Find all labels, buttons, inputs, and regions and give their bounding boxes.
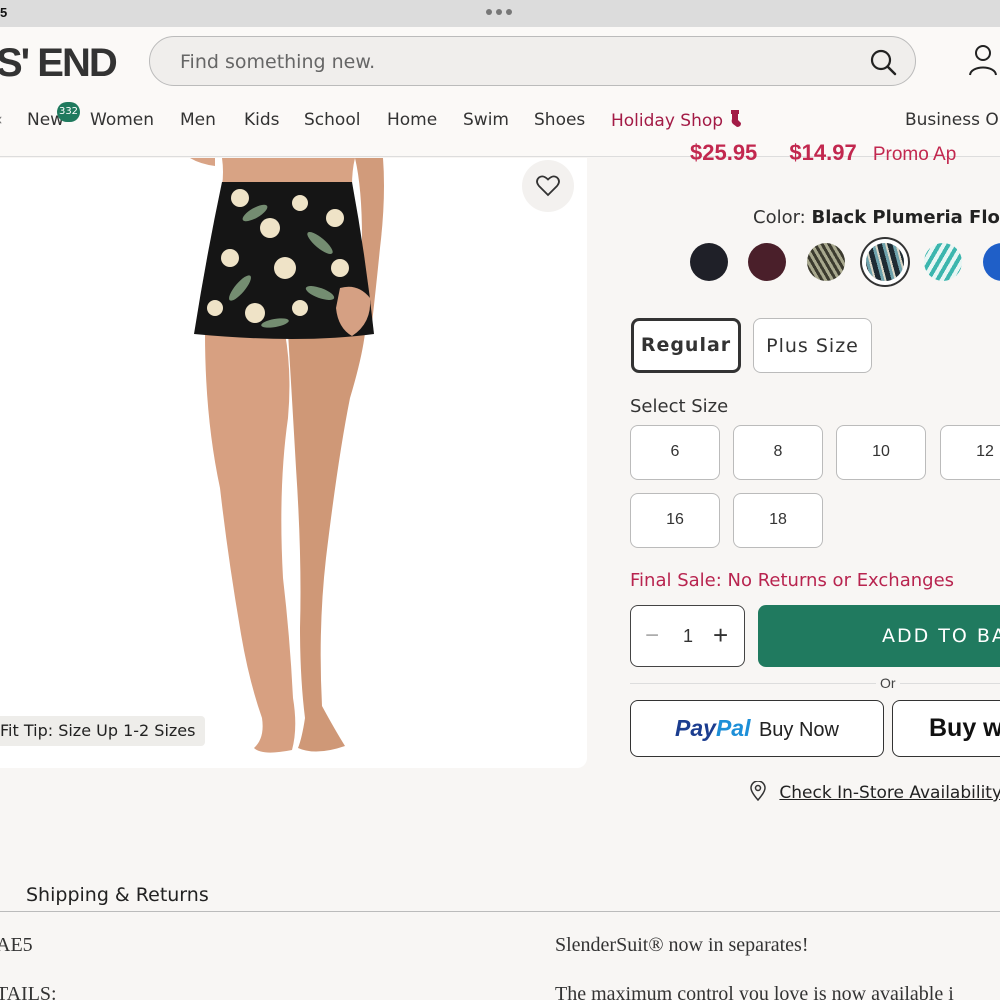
details-heading: TAILS: [0,983,57,1000]
paypal-logo-part2: Pal [715,715,751,741]
status-time: 5 [0,5,8,20]
tab-shipping-returns[interactable]: Shipping & Returns [26,884,209,906]
nav-item-holiday-shop[interactable]: Holiday Shop [611,110,742,131]
nav-item-business[interactable]: Business Ou [905,110,1000,130]
final-sale-notice: Final Sale: No Returns or Exchanges [630,570,955,591]
section-divider [0,911,1000,912]
account-icon[interactable] [966,43,1000,77]
promo-body-text: The maximum control you love is now avai… [555,983,954,1000]
nav-item-shoes[interactable]: Shoes [534,110,585,130]
color-label-prefix: Color: [753,207,806,228]
or-divider [630,683,1000,684]
product-code: AE5 [0,934,33,956]
new-count-badge: 332 [57,102,80,122]
size-12-button[interactable]: 12 [940,425,1000,480]
swatch-teal-wave[interactable] [924,243,962,281]
main-nav: ‹ New 332 Women Men Kids School Home Swi… [0,102,1000,137]
promo-headline: SlenderSuit® now in separates! [555,934,809,956]
paypal-buy-now-button[interactable]: PayPal Buy Now [630,700,884,757]
swatch-black[interactable] [690,243,728,281]
quantity-value[interactable]: 1 [683,626,693,647]
nav-item-home[interactable]: Home [387,110,437,130]
swatch-animal-print[interactable] [807,243,845,281]
search-icon[interactable] [869,48,897,76]
buy-with-button[interactable]: Buy w [892,700,1000,757]
nav-item-men[interactable]: Men [180,110,216,130]
nav-item-women[interactable]: Women [90,110,154,130]
search-bar[interactable] [149,36,916,86]
site-logo[interactable]: S' END [0,41,118,86]
site-header: S' END ‹ New 332 Women Men Kids School H… [0,27,1000,157]
color-label: Color: Black Plumeria Flor [753,207,1000,228]
model-photo [190,158,384,753]
size-16-button[interactable]: 16 [630,493,720,548]
more-dots-icon[interactable] [486,9,512,15]
store-availability: Check In-Store Availability [750,780,1000,803]
nav-scroll-left-icon[interactable]: ‹ [0,110,3,130]
fit-plus-size-button[interactable]: Plus Size [753,318,872,373]
swatch-plum[interactable] [748,243,786,281]
favorite-button[interactable] [522,160,574,212]
promo-note: Promo Ap [872,144,957,165]
selected-color-name: Black Plumeria Flor [811,207,1000,228]
check-in-store-link[interactable]: Check In-Store Availability [779,783,1000,803]
nav-item-label: Holiday Shop [611,111,724,131]
size-18-button[interactable]: 18 [733,493,823,548]
fit-tip-label: Fit Tip: Size Up 1-2 Sizes [0,716,206,746]
swatch-blue[interactable] [983,243,1000,281]
add-to-bag-button[interactable]: ADD TO BA [758,605,1000,667]
price-row: $25.95 $14.97 Promo Ap [690,140,956,166]
sale-price: $14.97 [789,140,857,165]
size-8-button[interactable]: 8 [733,425,823,480]
original-price: $25.95 [690,140,758,165]
or-label: Or [876,675,900,691]
nav-item-swim[interactable]: Swim [463,110,509,130]
decrease-quantity-button[interactable]: − [645,622,659,650]
product-image[interactable]: Fit Tip: Size Up 1-2 Sizes [0,158,587,768]
fit-regular-button[interactable]: Regular [631,318,741,373]
quantity-stepper: − 1 + [630,605,745,667]
increase-quantity-button[interactable]: + [713,620,728,651]
nav-item-kids[interactable]: Kids [244,110,280,130]
system-status-bar: 5 [0,0,1000,27]
buy-now-label: Buy Now [758,719,839,741]
heart-icon [536,175,560,197]
paypal-logo-part1: Pay [675,715,716,741]
size-10-button[interactable]: 10 [836,425,926,480]
location-pin-icon [750,780,766,802]
search-input[interactable] [180,49,830,75]
stocking-icon [731,110,742,127]
nav-item-school[interactable]: School [304,110,360,130]
nav-item-new[interactable]: New 332 [27,102,80,130]
select-size-label: Select Size [630,396,729,417]
swatch-black-plumeria-floral[interactable] [866,243,904,281]
size-6-button[interactable]: 6 [630,425,720,480]
